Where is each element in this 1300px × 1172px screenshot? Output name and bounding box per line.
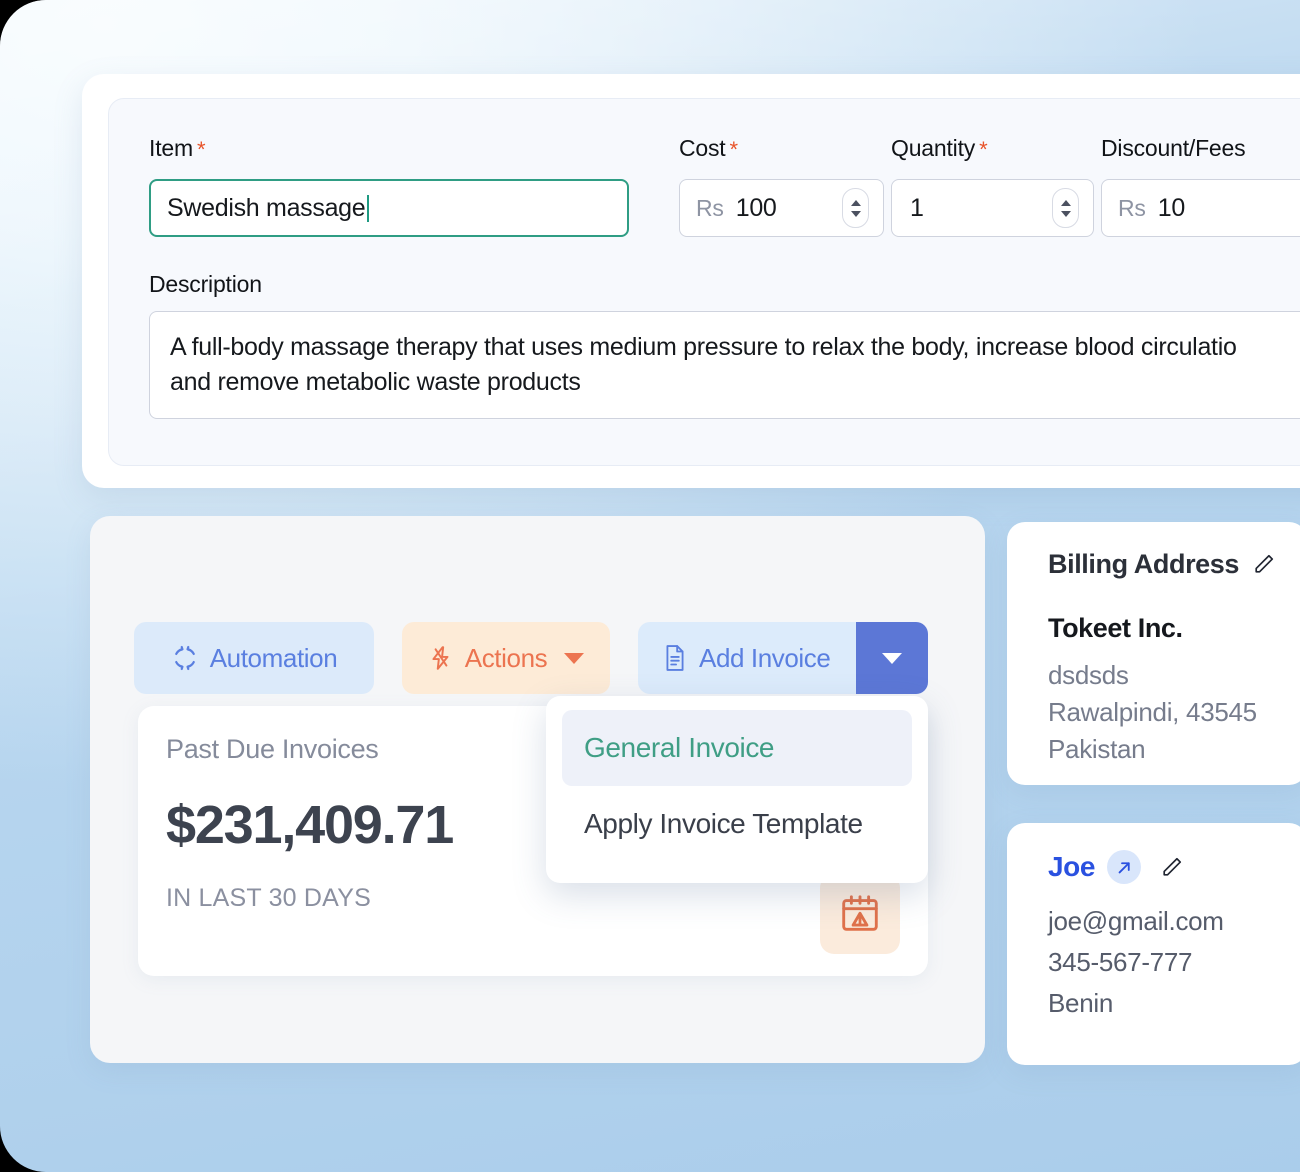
external-link-icon[interactable] — [1107, 850, 1142, 884]
discount-fees-input-value: 10 — [1157, 193, 1186, 222]
description-textarea[interactable]: A full-body massage therapy that uses me… — [149, 311, 1300, 419]
add-invoice-dropdown-toggle[interactable] — [856, 622, 928, 694]
billing-address-line-3: Pakistan — [1048, 734, 1146, 764]
menu-item-apply-invoice-template[interactable]: Apply Invoice Template — [562, 786, 912, 862]
pencil-icon[interactable] — [1159, 855, 1184, 880]
actions-button[interactable]: Actions — [402, 622, 610, 694]
cost-stepper[interactable] — [842, 188, 869, 228]
chevron-down-icon — [564, 652, 585, 664]
billing-address-title: Billing Address — [1048, 549, 1240, 579]
automation-button[interactable]: Automation — [134, 622, 374, 694]
item-form-card: Item * Swedish massage Cost * Rs 100 Quant… — [82, 74, 1300, 488]
quantity-label-text: Quantity — [891, 135, 976, 161]
quantity-input[interactable]: 1 — [891, 179, 1094, 237]
contact-phone: 345-567-777 — [1048, 947, 1193, 977]
menu-item-label: Apply Invoice Template — [584, 808, 863, 839]
automation-button-label: Automation — [209, 642, 338, 673]
stepper-up-icon[interactable] — [850, 199, 861, 206]
contact-details: joe@gmail.com 345-567-777 Benin — [1048, 901, 1224, 1024]
calendar-warning-icon — [820, 874, 900, 954]
billing-address-lines: dsdsds Rawalpindi, 43545 Pakistan — [1048, 657, 1257, 768]
chevron-down-icon — [882, 652, 902, 664]
item-label: Item * — [149, 135, 206, 163]
contact-country: Benin — [1048, 988, 1113, 1018]
contact-name-link[interactable]: Joe — [1048, 851, 1095, 883]
discount-fees-label-text: Discount/Fees — [1101, 135, 1246, 161]
item-input[interactable]: Swedish massage — [149, 179, 629, 237]
menu-item-general-invoice[interactable]: General Invoice — [562, 710, 912, 786]
add-invoice-button-label: Add Invoice — [699, 642, 831, 673]
actions-button-label: Actions — [464, 642, 548, 673]
contact-header: Joe — [1048, 850, 1184, 884]
item-input-value: Swedish massage — [167, 193, 366, 222]
document-icon — [662, 643, 688, 673]
billing-address-line-2: Rawalpindi, 43545 — [1048, 697, 1257, 727]
stat-card-value: $231,409.71 — [166, 795, 454, 855]
stepper-down-icon[interactable] — [850, 210, 861, 217]
cost-label: Cost * — [679, 135, 738, 163]
add-invoice-button[interactable]: Add Invoice — [638, 622, 928, 694]
description-label: Description — [149, 271, 262, 298]
app-viewport: Item * Swedish massage Cost * Rs 100 Quant… — [0, 0, 1300, 1172]
stepper-down-icon[interactable] — [1060, 210, 1071, 217]
cost-required-star: * — [729, 137, 739, 162]
lightning-bolt-icon — [428, 644, 454, 672]
contact-email: joe@gmail.com — [1048, 906, 1224, 936]
text-caret — [367, 194, 370, 222]
menu-item-label: General Invoice — [584, 732, 775, 763]
billing-company-name: Tokeet Inc. — [1048, 613, 1183, 643]
contact-card: Joe joe@gmail.com 345-567-777 Benin — [1007, 823, 1300, 1065]
cost-input-value: 100 — [735, 193, 777, 222]
cost-currency-prefix: Rs — [696, 194, 724, 221]
discount-fees-input[interactable]: Rs 10 — [1101, 179, 1300, 237]
stat-card-title: Past Due Invoices — [166, 734, 379, 764]
item-form-panel: Item * Swedish massage Cost * Rs 100 Quant… — [108, 98, 1300, 466]
quantity-stepper[interactable] — [1052, 188, 1079, 228]
cost-label-text: Cost — [679, 135, 726, 161]
quantity-input-value: 1 — [910, 193, 924, 222]
add-invoice-dropdown-menu: General Invoice Apply Invoice Template — [546, 696, 928, 883]
stepper-up-icon[interactable] — [1060, 199, 1071, 206]
item-label-text: Item — [149, 135, 193, 161]
discount-fees-label: Discount/Fees — [1101, 135, 1246, 162]
invoice-main-panel: Automation Actions Add Invoice General I… — [90, 516, 985, 1063]
billing-address-card: Billing Address Tokeet Inc. dsdsds Rawal… — [1007, 522, 1300, 785]
quantity-required-star: * — [979, 137, 988, 162]
discount-currency-prefix: Rs — [1118, 194, 1146, 221]
billing-address-header: Billing Address — [1048, 549, 1276, 580]
description-label-text: Description — [149, 271, 262, 297]
description-value: A full-body massage therapy that uses me… — [170, 333, 1237, 396]
billing-address-line-1: dsdsds — [1048, 660, 1129, 690]
stat-card-subtitle: IN LAST 30 DAYS — [166, 884, 371, 912]
pencil-icon[interactable] — [1251, 552, 1276, 577]
cost-input[interactable]: Rs 100 — [679, 179, 884, 237]
quantity-label: Quantity * — [891, 135, 988, 163]
automation-refresh-icon — [171, 644, 199, 672]
item-required-star: * — [196, 137, 206, 162]
